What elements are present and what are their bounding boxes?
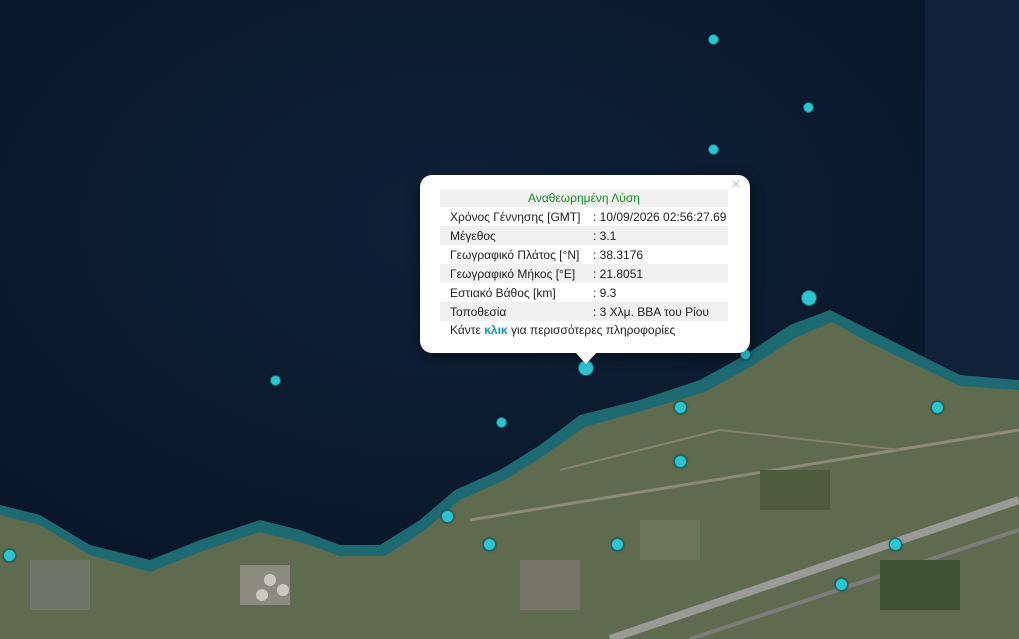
earthquake-marker[interactable]: [270, 375, 281, 386]
longitude-label: Γεωγραφικό Μήκος [°E]: [440, 264, 593, 283]
table-row: Μέγεθος : 3.1: [440, 226, 728, 245]
earthquake-marker[interactable]: [803, 102, 814, 113]
table-row: Εστιακό Βάθος [km] : 9.3: [440, 283, 728, 302]
earthquake-marker[interactable]: [801, 290, 817, 306]
depth-label: Εστιακό Βάθος [km]: [450, 285, 556, 300]
popup-tip: [575, 352, 597, 364]
earthquake-details-table: Χρόνος Γέννησης [GMT] : 10/09/2026 02:56…: [440, 207, 728, 321]
latitude-value: : 38.3176: [593, 247, 644, 262]
depth-value: : 9.3: [593, 285, 617, 300]
earthquake-marker[interactable]: [611, 538, 624, 551]
table-row: Γεωγραφικό Πλάτος [°N] : 38.3176: [440, 245, 728, 264]
earthquake-marker[interactable]: [708, 34, 719, 45]
table-row: Γεωγραφικό Μήκος [°E] : 21.8051: [440, 264, 728, 283]
earthquake-marker[interactable]: [3, 549, 16, 562]
earthquake-marker[interactable]: [441, 510, 454, 523]
table-row: Τοποθεσία : 3 Χλμ. ΒΒΑ του Ρίου: [440, 302, 728, 321]
magnitude-value: : 3.1: [593, 226, 728, 245]
earthquake-marker[interactable]: [674, 455, 687, 468]
more-info-suffix: για περισσότερες πληροφορίες: [507, 323, 676, 337]
earthquake-marker[interactable]: [496, 417, 507, 428]
popup-title: Αναθεωρημένη Λύση: [440, 189, 728, 207]
popup-content: Αναθεωρημένη Λύση Χρόνος Γέννησης [GMT] …: [440, 189, 728, 339]
map-view[interactable]: × Αναθεωρημένη Λύση Χρόνος Γέννησης [GMT…: [0, 0, 1019, 639]
more-info-prefix: Κάντε: [450, 323, 485, 337]
earthquake-marker[interactable]: [931, 401, 944, 414]
earthquake-marker[interactable]: [483, 538, 496, 551]
origin-time-label: Χρόνος Γέννησης [GMT]: [450, 209, 581, 224]
earthquake-marker[interactable]: [889, 538, 902, 551]
table-row: Χρόνος Γέννησης [GMT] : 10/09/2026 02:56…: [440, 207, 728, 226]
earthquake-marker[interactable]: [835, 578, 848, 591]
longitude-value: : 21.8051: [593, 264, 728, 283]
earthquake-marker[interactable]: [674, 401, 687, 414]
location-value: : 3 Χλμ. ΒΒΑ του Ρίου: [593, 302, 728, 321]
latitude-label: Γεωγραφικό Πλάτος [°N]: [450, 247, 580, 262]
earthquake-marker[interactable]: [708, 144, 719, 155]
earthquake-info-popup: × Αναθεωρημένη Λύση Χρόνος Γέννησης [GMT…: [420, 175, 750, 353]
origin-time-value: : 10/09/2026 02:56:27.69: [593, 209, 727, 224]
more-info-link[interactable]: κλικ: [484, 323, 507, 337]
magnitude-label: Μέγεθος: [440, 226, 593, 245]
location-label: Τοποθεσία: [440, 302, 593, 321]
close-icon[interactable]: ×: [728, 177, 744, 193]
more-info-text: Κάντε κλικ για περισσότερες πληροφορίες: [440, 321, 728, 339]
